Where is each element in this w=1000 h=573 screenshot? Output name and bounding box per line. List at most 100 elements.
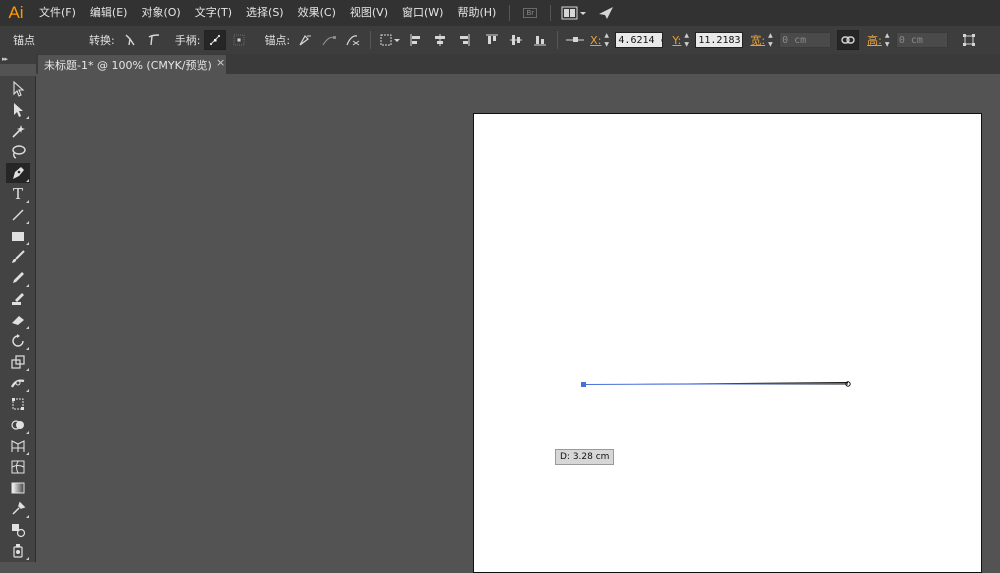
anchors-label: 锚点: [264,34,291,47]
up-arrow-icon: ▲ [884,32,890,39]
symbol-sprayer-tool-icon[interactable] [6,541,30,561]
width-field[interactable]: 0 cm [779,32,832,48]
convert-to-corner-button[interactable] [119,30,141,50]
arrange-documents-icon [561,6,587,20]
hide-handles-button[interactable] [228,30,250,50]
close-tab-icon[interactable]: × [216,56,225,69]
height-label: 高: [867,34,882,47]
reference-point-icon [566,37,585,42]
bridge-icon: Br [523,8,538,18]
x-stepper[interactable]: ▲ ▼ [604,32,614,48]
align-top-icon [486,34,499,44]
menu-divider [550,5,552,21]
menu-help[interactable]: 帮助(H) [450,0,503,26]
line-segment-tool-icon[interactable] [6,205,30,225]
align-right-button[interactable] [453,30,475,50]
align-bottom-button[interactable] [529,30,551,50]
connect-anchors-button[interactable] [318,30,340,50]
show-handles-button[interactable] [204,30,227,50]
up-arrow-icon: ▲ [684,32,689,39]
pen-minus-icon [299,35,312,46]
perspective-grid-tool-icon[interactable] [6,436,30,456]
selection-tool-icon[interactable] [6,79,30,99]
convert-to-smooth-button[interactable] [143,30,165,50]
cut-path-icon [346,35,360,46]
paintbrush-tool-icon[interactable] [6,247,30,267]
menu-bar: Ai 文件(F) 编辑(E) 对象(O) 文字(T) 选择(S) 效果(C) 视… [0,0,1000,26]
pencil-tool-icon[interactable] [6,268,30,288]
lasso-tool-icon[interactable] [6,142,30,162]
remove-anchor-button[interactable] [294,30,316,50]
align-top-button[interactable] [481,30,503,50]
collapse-panel-icon[interactable]: ▸▸ [2,55,8,63]
connect-anchors-icon [322,36,337,46]
bridge-button[interactable]: Br [520,4,540,22]
y-label: Y: [672,33,682,47]
y-field[interactable]: 11.2183 cm [695,32,744,48]
x-field[interactable]: 4.6214 cm [615,32,664,48]
blob-brush-tool-icon[interactable] [6,289,30,309]
menu-edit[interactable]: 编辑(E) [83,0,135,26]
magic-wand-tool-icon[interactable] [6,121,30,141]
up-arrow-icon: ▲ [768,32,773,39]
scale-tool-icon[interactable] [6,352,30,372]
menu-select[interactable]: 选择(S) [239,0,291,26]
mesh-tool-icon[interactable] [6,457,30,477]
y-stepper[interactable]: ▲ ▼ [684,32,694,48]
document-tab[interactable]: 未标题-1* @ 100% (CMYK/预览) [38,55,226,74]
menu-object[interactable]: 对象(O) [134,0,187,26]
sync-icon [599,7,614,19]
down-arrow-icon: ▼ [684,41,689,48]
menu-divider [509,5,511,21]
up-arrow-icon: ▲ [604,32,610,39]
eyedropper-tool-icon[interactable] [6,499,30,519]
select-similar-button[interactable] [377,30,403,50]
width-tool-icon[interactable] [6,373,30,393]
convert-label: 转换: [89,34,115,47]
cut-path-button[interactable] [342,30,364,50]
constrain-proportions-button[interactable] [837,30,860,50]
document-tab-title: 未标题-1* @ 100% (CMYK/预览) [44,58,212,72]
reference-point-button[interactable] [564,30,586,50]
gradient-tool-icon[interactable] [6,478,30,498]
link-icon [841,36,855,44]
shape-builder-tool-icon[interactable] [6,415,30,435]
anchor-point-label: 锚点 [13,34,35,47]
free-transform-tool-icon[interactable] [6,394,30,414]
menu-view[interactable]: 视图(V) [343,0,395,26]
align-hcenter-button[interactable] [429,30,451,50]
arrange-documents-button[interactable] [561,4,587,22]
transform-button[interactable] [958,30,980,50]
align-hcenter-icon [435,34,446,46]
blend-tool-icon[interactable] [6,520,30,540]
artboard[interactable] [473,113,982,573]
menu-type[interactable]: 文字(T) [188,0,239,26]
align-vcenter-button[interactable] [505,30,527,50]
rotate-tool-icon[interactable] [6,331,30,351]
direct-selection-tool-icon[interactable] [6,100,30,120]
transform-icon [962,34,975,46]
menu-file[interactable]: 文件(F) [32,0,83,26]
menu-effect[interactable]: 效果(C) [291,0,343,26]
down-arrow-icon: ▼ [604,41,610,48]
height-field[interactable]: 0 cm [895,32,948,48]
align-bottom-icon [534,36,547,46]
down-arrow-icon: ▼ [768,41,773,48]
pen-tool-icon[interactable] [6,163,30,183]
height-stepper[interactable]: ▲ ▼ [885,32,895,48]
type-glyph: T [12,185,23,203]
hide-handles-icon [233,34,245,46]
rectangle-tool-icon[interactable] [6,226,30,246]
app-logo: Ai [8,3,24,22]
menu-window[interactable]: 窗口(W) [395,0,450,26]
down-arrow-icon: ▼ [884,41,890,48]
align-left-button[interactable] [405,30,427,50]
handles-label: 手柄: [174,34,201,47]
sync-button[interactable] [595,4,617,22]
eraser-tool-icon[interactable] [6,310,30,330]
distance-tooltip: D: 3.28 cm [555,449,615,465]
align-left-icon [410,34,421,46]
convert-corner-icon [125,34,135,46]
width-stepper[interactable]: ▲ ▼ [768,32,778,48]
type-tool-icon[interactable]: T [6,184,30,204]
